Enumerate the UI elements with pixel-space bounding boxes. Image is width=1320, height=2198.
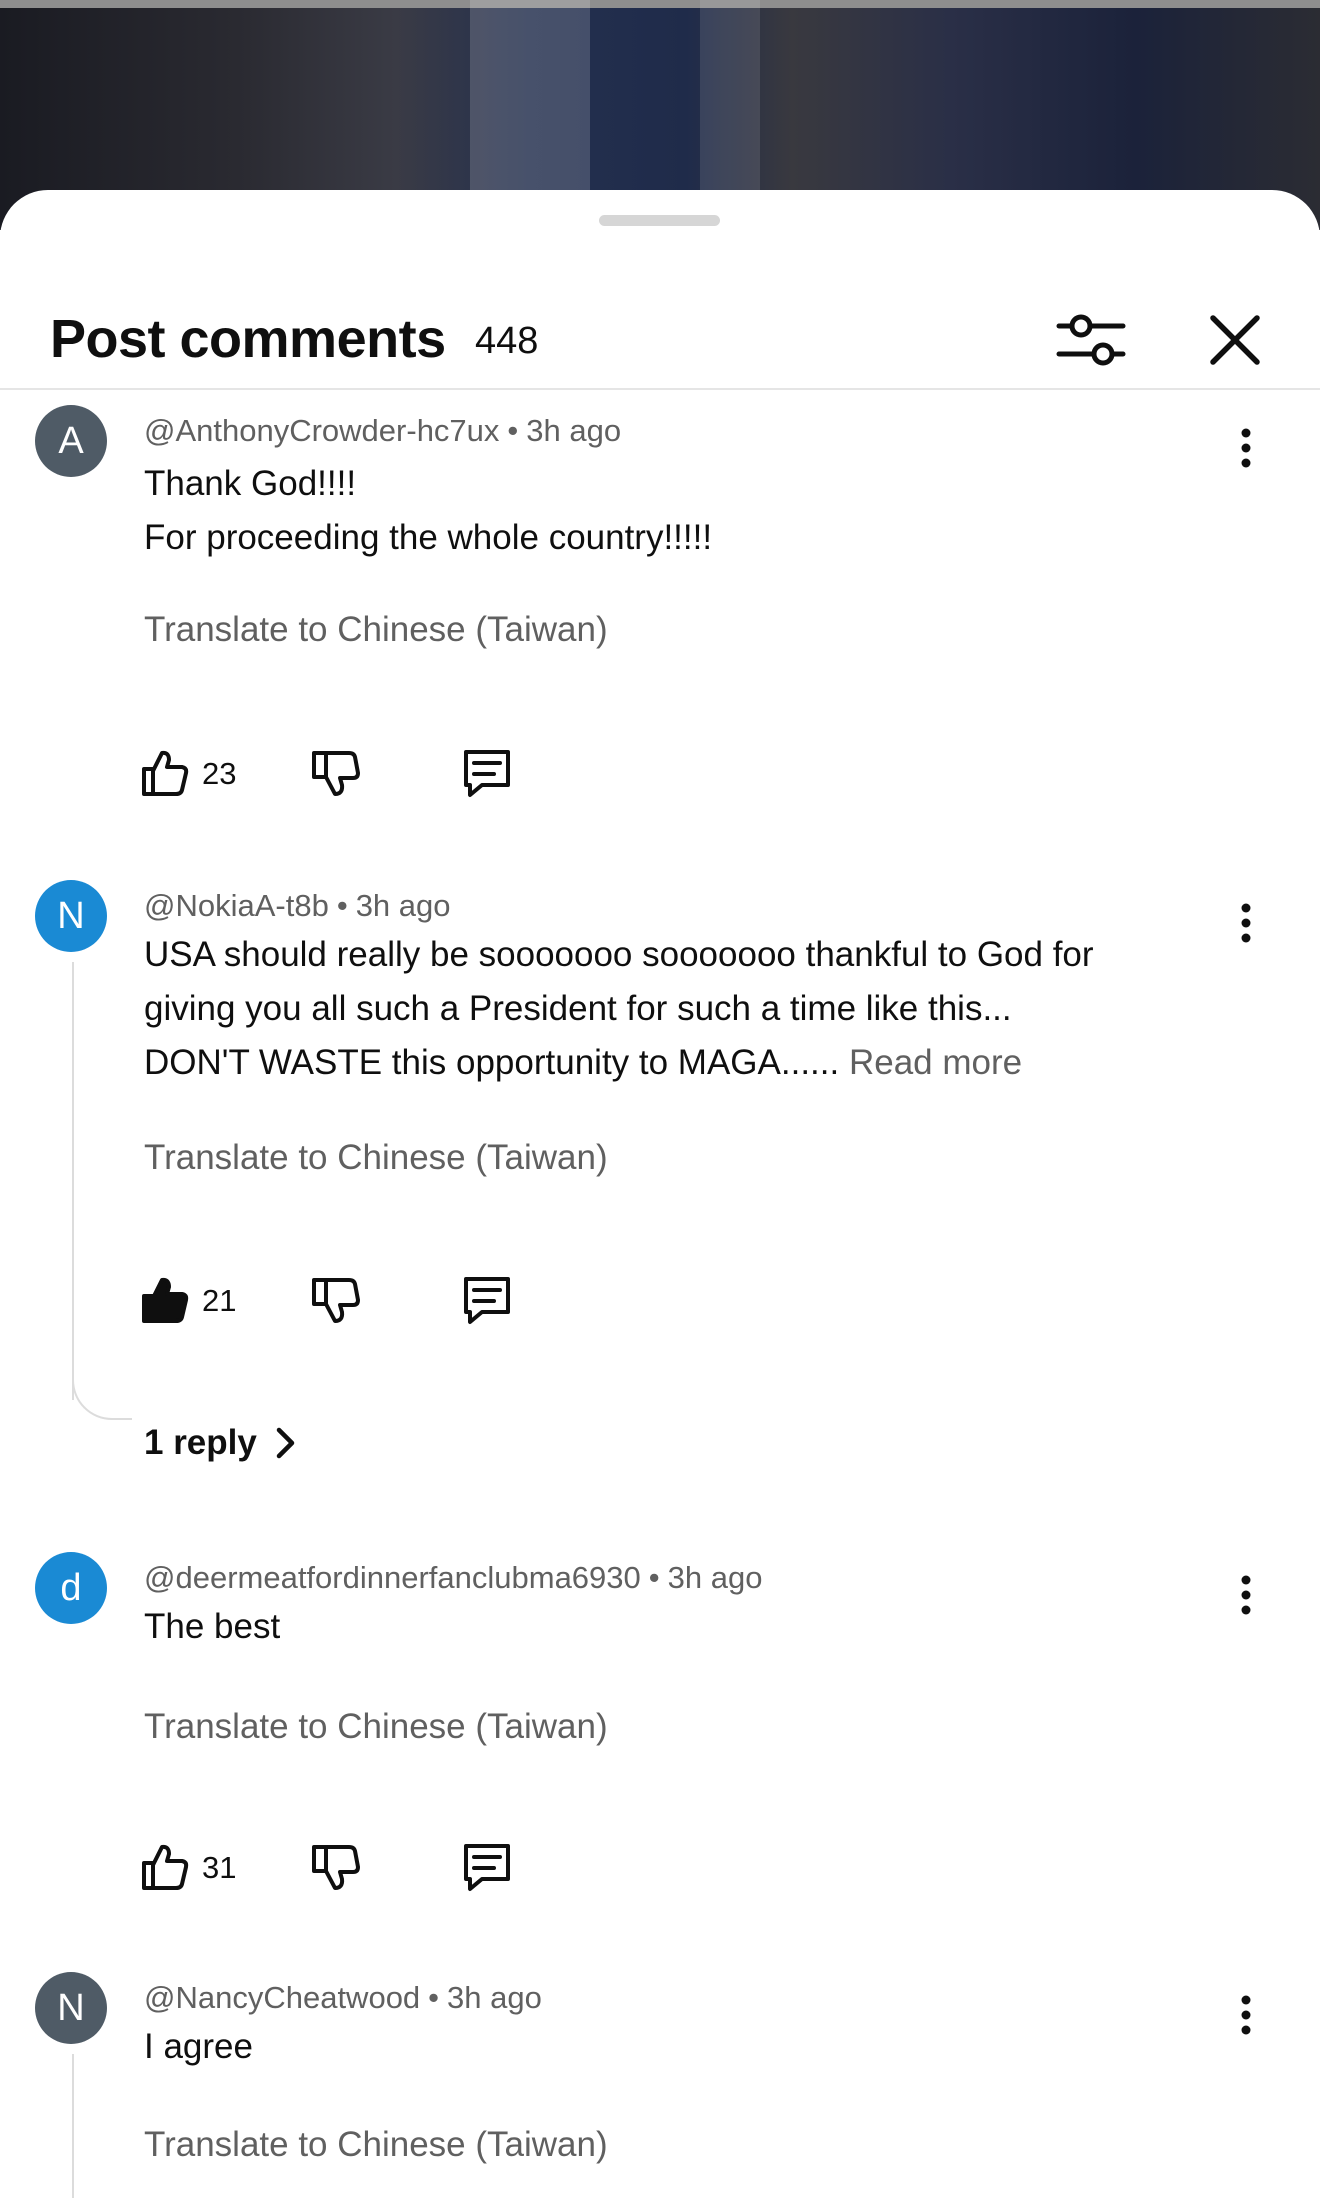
video-progress-bar	[0, 0, 1320, 8]
like-count: 31	[202, 1849, 237, 1885]
dislike-button[interactable]	[310, 1270, 360, 1330]
thumbs-down-icon	[312, 751, 360, 796]
meta-separator: •	[507, 413, 519, 448]
like-count: 23	[202, 755, 237, 791]
comment-line: Thank God!!!!	[144, 464, 357, 503]
comment-time: 3h ago	[667, 1560, 763, 1595]
replies-count: 1 reply	[144, 1423, 257, 1462]
dislike-button[interactable]	[310, 1837, 360, 1897]
translate-link[interactable]: Translate to Chinese (Taiwan)	[144, 1709, 608, 1744]
thread-curve	[72, 1380, 132, 1420]
drag-handle[interactable]	[599, 215, 720, 226]
comment-meta: @deermeatfordinnerfanclubma6930 • 3h ago	[144, 1562, 762, 1593]
author-name[interactable]: @deermeatfordinnerfanclubma6930	[144, 1560, 641, 1595]
like-count: 21	[202, 1282, 237, 1318]
reply-button[interactable]	[460, 1270, 514, 1330]
comment-count: 448	[475, 320, 539, 362]
more-vert-icon[interactable]	[1228, 423, 1264, 479]
avatar[interactable]: A	[35, 405, 107, 477]
meta-separator: •	[336, 888, 348, 923]
thumbs-up-icon	[142, 1844, 189, 1890]
comment-actions: 31	[140, 1837, 640, 1897]
comment-item: d @deermeatfordinnerfanclubma6930 • 3h ago…	[0, 1552, 1320, 1952]
comment-meta: @NokiaA-t8b • 3h ago	[144, 890, 451, 921]
author-name[interactable]: @NokiaA-t8b	[144, 888, 329, 923]
dislike-button[interactable]	[310, 743, 360, 803]
page-title: Post comments	[50, 309, 446, 369]
comments-header: Post comments 448	[0, 260, 1320, 390]
thread-line	[72, 2054, 74, 2198]
comment-item: N @NokiaA-t8b • 3h ago USA should really b…	[0, 880, 1320, 1490]
comment-icon	[464, 750, 510, 797]
more-vert-icon[interactable]	[1228, 1570, 1264, 1626]
avatar[interactable]: d	[35, 1552, 107, 1624]
comment-text: USA should really be sooooooo sooooooo t…	[144, 928, 1184, 1090]
comment-text: The best	[144, 1600, 1184, 1654]
translate-link[interactable]: Translate to Chinese (Taiwan)	[144, 1140, 608, 1175]
comment-actions: 21	[140, 1270, 640, 1330]
comment-time: 3h ago	[447, 1980, 542, 2015]
reply-button[interactable]	[460, 743, 514, 803]
comment-line: For proceeding the whole country!!!!!	[144, 518, 713, 557]
translate-link[interactable]: Translate to Chinese (Taiwan)	[144, 612, 608, 647]
more-vert-icon[interactable]	[1228, 898, 1264, 954]
comment-time: 3h ago	[355, 888, 451, 923]
comment-item: N @NancyCheatwood • 3h ago I agree Transla…	[0, 1972, 1320, 2198]
like-button[interactable]: 21	[140, 1270, 236, 1330]
comment-actions: 23	[140, 743, 640, 803]
comment-line: The best	[144, 1607, 281, 1646]
comment-text: Thank God!!!! For proceeding the whole c…	[144, 457, 1184, 565]
comment-item: A @AnthonyCrowder-hc7ux • 3h ago Thank God…	[0, 405, 1320, 845]
comment-meta: @AnthonyCrowder-hc7ux • 3h ago	[144, 415, 621, 446]
thumbs-up-icon	[142, 750, 189, 796]
chevron-right-icon	[276, 1427, 295, 1458]
thumbs-up-filled-icon	[142, 1277, 189, 1323]
thumbs-down-icon	[312, 1278, 360, 1323]
comment-line: DON'T WASTE this opportunity to MAGA....…	[144, 1043, 840, 1082]
comment-time: 3h ago	[526, 413, 622, 448]
replies-link[interactable]: 1 reply	[144, 1425, 297, 1460]
meta-separator: •	[428, 1980, 440, 2015]
meta-separator: •	[648, 1560, 660, 1595]
comment-icon	[464, 1277, 510, 1324]
header-divider	[0, 388, 1320, 390]
comment-line: I agree	[144, 2027, 253, 2066]
author-name[interactable]: @AnthonyCrowder-hc7ux	[144, 413, 499, 448]
avatar[interactable]: N	[35, 880, 107, 952]
read-more-link[interactable]: Read more	[849, 1043, 1022, 1082]
comment-icon	[464, 1844, 510, 1891]
close-icon[interactable]	[1205, 310, 1265, 370]
more-vert-icon[interactable]	[1228, 1990, 1264, 2046]
reply-button[interactable]	[460, 1837, 514, 1897]
like-button[interactable]: 23	[140, 743, 236, 803]
like-button[interactable]: 31	[140, 1837, 236, 1897]
comment-meta: @NancyCheatwood • 3h ago	[144, 1982, 542, 2013]
comment-text: I agree	[144, 2020, 1184, 2074]
avatar[interactable]: N	[35, 1972, 107, 2044]
translate-link[interactable]: Translate to Chinese (Taiwan)	[144, 2127, 608, 2162]
thumbs-down-icon	[312, 1845, 360, 1890]
author-name[interactable]: @NancyCheatwood	[144, 1980, 420, 2015]
comment-line: USA should really be sooooooo sooooooo t…	[144, 935, 1094, 974]
comment-line: giving you all such a President for such…	[144, 989, 1012, 1028]
thread-line	[72, 962, 74, 1400]
sliders-icon[interactable]	[1055, 308, 1127, 372]
